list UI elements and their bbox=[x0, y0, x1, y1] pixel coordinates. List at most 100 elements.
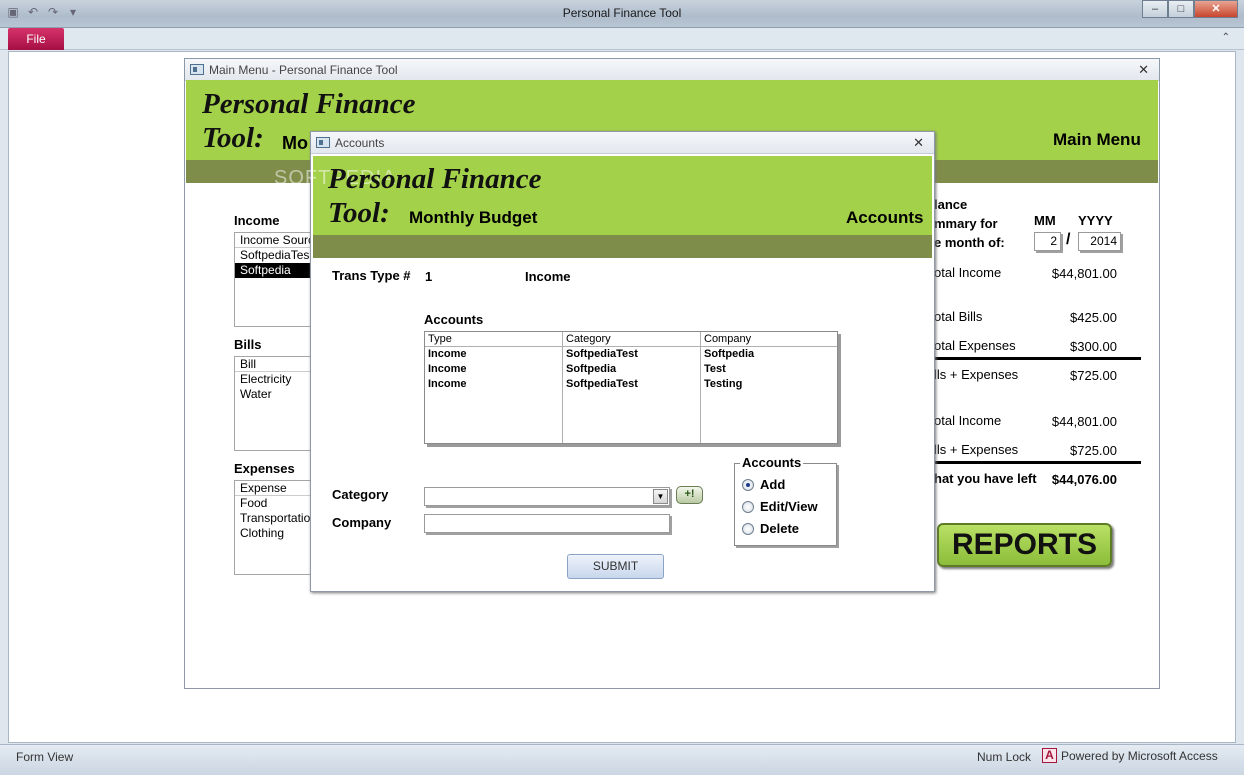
file-tab[interactable]: File bbox=[8, 28, 64, 50]
table-header-category: Category bbox=[566, 333, 611, 345]
bills-list[interactable]: Bill Electricity Water bbox=[234, 356, 314, 451]
chevron-down-icon[interactable]: ▼ bbox=[653, 489, 668, 504]
radio-delete[interactable]: Delete bbox=[742, 521, 799, 536]
radio-label: Edit/View bbox=[760, 499, 818, 514]
table-cell[interactable]: Softpedia bbox=[566, 363, 616, 375]
main-menu-window-title: Main Menu - Personal Finance Tool bbox=[209, 63, 398, 77]
accounts-banner-title-line2: Tool: bbox=[328, 197, 390, 229]
option-group-legend: Accounts bbox=[740, 455, 804, 470]
expenses-heading: Expenses bbox=[234, 461, 295, 476]
list-item[interactable]: Food bbox=[235, 496, 313, 511]
summary-divider-2 bbox=[934, 461, 1141, 464]
list-header: Income Sourc bbox=[235, 233, 313, 248]
summary-divider bbox=[934, 357, 1141, 360]
main-banner-title-line2: Tool: bbox=[202, 122, 264, 154]
table-cell[interactable]: Income bbox=[428, 348, 467, 360]
table-header-type: Type bbox=[428, 333, 452, 345]
income-list[interactable]: Income Sourc SoftpediaTes Softpedia bbox=[234, 232, 314, 327]
list-header: Expense bbox=[235, 481, 313, 496]
company-label: Company bbox=[332, 515, 392, 530]
accounts-banner-stripe bbox=[313, 235, 932, 258]
bills-expenses-label: lls + Expenses bbox=[934, 367, 1019, 382]
minimize-button[interactable]: – bbox=[1142, 0, 1168, 18]
close-window-button[interactable]: ✕ bbox=[1194, 0, 1238, 18]
table-cell[interactable]: SoftpediaTest bbox=[566, 348, 638, 360]
accounts-banner-subtitle: Monthly Budget bbox=[409, 208, 538, 227]
month-input[interactable]: 2 bbox=[1034, 232, 1061, 251]
submit-button[interactable]: SUBMIT bbox=[567, 554, 664, 579]
close-icon[interactable]: ✕ bbox=[1138, 62, 1149, 78]
table-cell[interactable]: SoftpediaTest bbox=[566, 378, 638, 390]
mm-label: MM bbox=[1034, 213, 1056, 228]
total-income-value: $44,801.00 bbox=[1051, 266, 1117, 281]
table-cell[interactable]: Income bbox=[428, 363, 467, 375]
summary-heading-line3: e month of: bbox=[934, 235, 1005, 250]
list-item[interactable]: Transportatio bbox=[235, 511, 313, 526]
radio-add[interactable]: Add bbox=[742, 477, 785, 492]
total-income-value-2: $44,801.00 bbox=[1051, 414, 1117, 429]
expenses-list[interactable]: Expense Food Transportatio Clothing bbox=[234, 480, 314, 575]
main-menu-title-bar: Main Menu - Personal Finance Tool ✕ bbox=[185, 59, 1159, 81]
list-item[interactable]: Electricity bbox=[235, 372, 313, 387]
bills-expenses-value-2: $725.00 bbox=[1070, 443, 1117, 458]
year-input[interactable]: 2014 bbox=[1078, 232, 1121, 251]
add-icon: +! bbox=[684, 488, 695, 500]
table-cell[interactable]: Softpedia bbox=[704, 348, 754, 360]
status-view-mode: Form View bbox=[16, 750, 74, 764]
left-value: $44,076.00 bbox=[1051, 472, 1117, 487]
summary-heading-line1: lance bbox=[934, 197, 968, 212]
category-label: Category bbox=[332, 487, 389, 502]
list-item[interactable]: Softpedia bbox=[235, 263, 313, 278]
table-cell[interactable]: Test bbox=[704, 363, 726, 375]
total-income-label: otal Income bbox=[934, 265, 1002, 280]
year-value: 2014 bbox=[1090, 234, 1117, 248]
radio-icon bbox=[742, 500, 754, 513]
accounts-banner-right: Accounts bbox=[846, 208, 924, 227]
app-title: Personal Finance Tool bbox=[562, 6, 682, 20]
trans-type-name: Income bbox=[525, 269, 571, 284]
status-num-lock: Num Lock bbox=[977, 750, 1032, 764]
access-logo-icon: A bbox=[1042, 748, 1057, 763]
radio-icon bbox=[742, 522, 754, 535]
window-title-bar: ▣ ↶ ↷ ▾ Personal Finance Tool – □ ✕ bbox=[0, 0, 1244, 28]
status-bar: Form View Num Lock A Powered by Microsof… bbox=[0, 744, 1244, 775]
bills-heading: Bills bbox=[234, 337, 262, 352]
total-expenses-value: $300.00 bbox=[1070, 339, 1117, 354]
summary-heading-line2: mmary for bbox=[934, 216, 998, 231]
radio-selected-icon bbox=[742, 478, 754, 491]
radio-label: Delete bbox=[760, 521, 800, 536]
list-header: Bill bbox=[235, 357, 313, 372]
total-bills-label: otal Bills bbox=[934, 309, 983, 324]
list-item[interactable]: SoftpediaTes bbox=[235, 248, 313, 263]
main-banner-title-line1: Personal Finance bbox=[202, 88, 416, 120]
main-banner-subtitle: Mo bbox=[282, 133, 308, 153]
reports-button[interactable]: REPORTS bbox=[937, 523, 1112, 567]
company-input[interactable] bbox=[424, 514, 670, 533]
table-cell[interactable]: Testing bbox=[704, 378, 742, 390]
accounts-banner-title-line1: Personal Finance bbox=[328, 163, 542, 195]
radio-edit-view[interactable]: Edit/View bbox=[742, 499, 818, 514]
table-cell[interactable]: Income bbox=[428, 378, 467, 390]
trans-type-value: 1 bbox=[425, 269, 433, 284]
accounts-title-bar: Accounts ✕ bbox=[311, 132, 934, 154]
month-value: 2 bbox=[1050, 234, 1057, 248]
table-header-divider bbox=[425, 346, 837, 347]
bills-expenses-label-2: lls + Expenses bbox=[934, 442, 1019, 457]
ribbon-minimize-icon[interactable]: ⌃ bbox=[1222, 32, 1230, 43]
yyyy-label: YYYY bbox=[1078, 213, 1113, 228]
accounts-table[interactable]: Type Category Company Income SoftpediaTe… bbox=[424, 331, 838, 444]
list-item[interactable]: Water bbox=[235, 387, 313, 402]
window-controls: – □ ✕ bbox=[1142, 0, 1238, 18]
powered-by-text: Powered by Microsoft Access bbox=[1061, 748, 1218, 763]
accounts-list-heading: Accounts bbox=[424, 312, 484, 327]
table-header-company: Company bbox=[704, 333, 752, 345]
category-combobox[interactable]: ▼ bbox=[424, 487, 670, 506]
list-item[interactable]: Clothing bbox=[235, 526, 313, 541]
income-heading: Income bbox=[234, 213, 280, 228]
radio-label: Add bbox=[760, 477, 786, 492]
add-category-button[interactable]: +! bbox=[676, 486, 703, 504]
close-icon[interactable]: ✕ bbox=[913, 135, 924, 151]
form-icon bbox=[316, 137, 330, 148]
maximize-button[interactable]: □ bbox=[1168, 0, 1194, 18]
total-expenses-label: otal Expenses bbox=[934, 338, 1016, 353]
